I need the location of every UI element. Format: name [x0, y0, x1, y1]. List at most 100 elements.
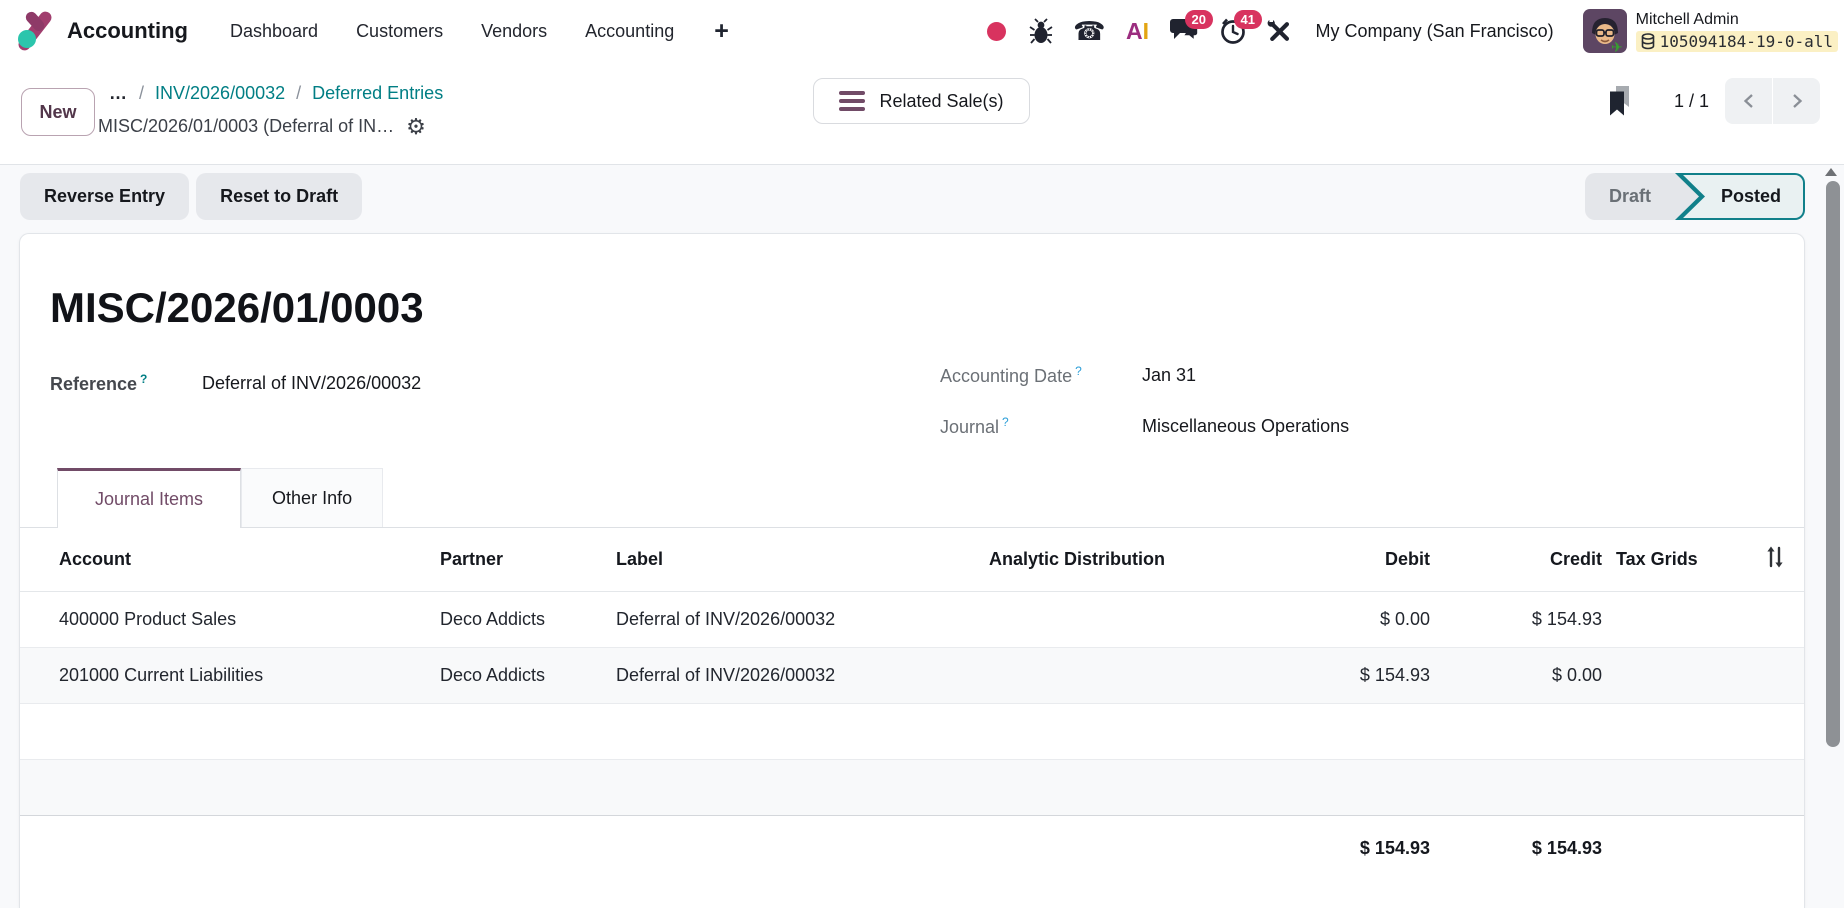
- breadcrumb-line-2: MISC/2026/01/0003 (Deferral of IN… ⚙: [98, 110, 443, 143]
- pager-previous-button[interactable]: [1725, 78, 1772, 124]
- table-row-empty: [20, 759, 1804, 815]
- breadcrumb-separator: /: [139, 83, 144, 104]
- recording-icon[interactable]: [983, 17, 1009, 45]
- table-row[interactable]: 400000 Product Sales Deco Addicts Deferr…: [20, 591, 1804, 647]
- accounting-date-value[interactable]: Jan 31: [1142, 365, 1196, 386]
- activities-badge: 41: [1234, 10, 1262, 29]
- state-draft[interactable]: Draft: [1585, 173, 1699, 220]
- header-partner: Partner: [440, 528, 616, 591]
- control-panel: New … / INV/2026/00032 / Deferred Entrie…: [0, 62, 1844, 165]
- cell-debit[interactable]: $ 0.00: [1240, 591, 1444, 647]
- related-sales-label: Related Sale(s): [879, 91, 1003, 112]
- breadcrumb-ellipsis[interactable]: …: [98, 83, 128, 104]
- odoo-accounting-logo-icon[interactable]: [15, 11, 55, 51]
- app-name[interactable]: Accounting: [67, 18, 188, 44]
- app-switcher[interactable]: Accounting: [15, 11, 188, 51]
- breadcrumb-link-invoice[interactable]: INV/2026/00032: [155, 83, 285, 104]
- ai-icon[interactable]: AI: [1125, 17, 1151, 45]
- tools-icon[interactable]: [1266, 17, 1293, 45]
- systray: ☎ AI 20 41: [983, 9, 1838, 53]
- table-row-empty: [20, 703, 1804, 759]
- cell-credit[interactable]: $ 0.00: [1444, 647, 1616, 703]
- pager-buttons: [1725, 78, 1820, 124]
- cell-label[interactable]: Deferral of INV/2026/00032: [616, 591, 989, 647]
- menu-vendors[interactable]: Vendors: [481, 21, 547, 42]
- chevron-right-icon: [1789, 92, 1805, 110]
- new-button[interactable]: New: [21, 88, 95, 136]
- pager-next-button[interactable]: [1773, 78, 1820, 124]
- plane-icon: ✈: [1611, 39, 1623, 53]
- tab-other-info[interactable]: Other Info: [241, 468, 383, 527]
- header-label: Label: [616, 528, 989, 591]
- journal-value[interactable]: Miscellaneous Operations: [1142, 416, 1349, 437]
- adjust-columns-icon[interactable]: [1763, 546, 1787, 568]
- bookmark-icon[interactable]: [1606, 86, 1634, 117]
- cell-spacer: [1746, 591, 1804, 647]
- phone-icon[interactable]: ☎: [1073, 17, 1105, 45]
- status-bar-buttons: Reverse Entry Reset to Draft: [20, 173, 362, 220]
- breadcrumb-link-deferred-entries[interactable]: Deferred Entries: [312, 83, 443, 104]
- scrollbar-thumb[interactable]: [1826, 181, 1840, 747]
- cell-tax-grids[interactable]: [1616, 647, 1746, 703]
- cell-partner[interactable]: Deco Addicts: [440, 591, 616, 647]
- cell-credit[interactable]: $ 154.93: [1444, 591, 1616, 647]
- cell-label[interactable]: Deferral of INV/2026/00032: [616, 647, 989, 703]
- user-meta: Mitchell Admin 105094184-19-0-all: [1636, 11, 1838, 52]
- pager-value[interactable]: 1 / 1: [1674, 91, 1709, 112]
- db-reference: 105094184-19-0-all: [1660, 32, 1833, 51]
- gear-icon[interactable]: ⚙: [406, 116, 426, 138]
- header-analytic-distribution: Analytic Distribution: [989, 528, 1240, 591]
- header-account: Account: [20, 528, 440, 591]
- cell-partner[interactable]: Deco Addicts: [440, 647, 616, 703]
- table-row[interactable]: 201000 Current Liabilities Deco Addicts …: [20, 647, 1804, 703]
- avatar[interactable]: ✈: [1583, 9, 1627, 53]
- cell-analytic-distribution[interactable]: [989, 591, 1240, 647]
- activities-icon[interactable]: 41: [1219, 17, 1247, 45]
- breadcrumb-current: MISC/2026/01/0003 (Deferral of IN…: [98, 116, 394, 137]
- record-title: MISC/2026/01/0003: [50, 280, 424, 336]
- field-reference: Reference? Deferral of INV/2026/00032: [50, 370, 421, 396]
- cell-analytic-distribution[interactable]: [989, 647, 1240, 703]
- cell-account[interactable]: 201000 Current Liabilities: [20, 647, 440, 703]
- breadcrumb: … / INV/2026/00032 / Deferred Entries MI…: [98, 77, 443, 143]
- user-menu[interactable]: ✈ Mitchell Admin 105094184-19-0: [1583, 9, 1838, 53]
- reference-value[interactable]: Deferral of INV/2026/00032: [202, 373, 421, 394]
- help-icon: ?: [1002, 415, 1009, 429]
- cell-tax-grids[interactable]: [1616, 591, 1746, 647]
- scrollbar-up-arrow[interactable]: [1825, 168, 1837, 176]
- tab-journal-items[interactable]: Journal Items: [57, 468, 241, 528]
- menu-accounting[interactable]: Accounting: [585, 21, 674, 42]
- field-accounting-date: Accounting Date? Jan 31: [940, 362, 1196, 388]
- reset-to-draft-button[interactable]: Reset to Draft: [196, 173, 362, 220]
- cell-account[interactable]: 400000 Product Sales: [20, 591, 440, 647]
- help-icon: ?: [140, 372, 147, 386]
- cell-spacer: [1746, 647, 1804, 703]
- breadcrumb-separator: /: [296, 83, 301, 104]
- status-bar: Reverse Entry Reset to Draft Posted Draf…: [20, 173, 1805, 220]
- company-switcher[interactable]: My Company (San Francisco): [1316, 21, 1554, 42]
- db-badge: 105094184-19-0-all: [1636, 31, 1838, 52]
- plus-icon[interactable]: +: [714, 17, 729, 46]
- total-debit: $ 154.93: [1240, 815, 1444, 908]
- database-icon: [1641, 33, 1655, 50]
- optional-columns-icon-cell: [1746, 528, 1804, 591]
- pager-area: 1 / 1: [1606, 78, 1820, 124]
- cell-debit[interactable]: $ 154.93: [1240, 647, 1444, 703]
- header-debit: Debit: [1240, 528, 1444, 591]
- accounting-date-label: Accounting Date?: [940, 364, 1142, 387]
- menu-customers[interactable]: Customers: [356, 21, 443, 42]
- chevron-left-icon: [1741, 92, 1757, 110]
- user-name: Mitchell Admin: [1636, 11, 1838, 29]
- bug-icon[interactable]: [1028, 17, 1054, 45]
- table-header-row: Account Partner Label Analytic Distribut…: [20, 528, 1804, 591]
- menu-dashboard[interactable]: Dashboard: [230, 21, 318, 42]
- list-icon: [839, 91, 865, 111]
- form-sheet: MISC/2026/01/0003 Reference? Deferral of…: [19, 233, 1805, 908]
- reverse-entry-button[interactable]: Reverse Entry: [20, 173, 189, 220]
- related-sales-button[interactable]: Related Sale(s): [813, 78, 1030, 124]
- journal-label: Journal?: [940, 415, 1142, 438]
- messages-icon[interactable]: 20: [1170, 17, 1200, 45]
- main-menu: Dashboard Customers Vendors Accounting: [230, 21, 674, 42]
- field-journal: Journal? Miscellaneous Operations: [940, 413, 1349, 439]
- odoo-screen: Accounting Dashboard Customers Vendors A…: [0, 0, 1844, 908]
